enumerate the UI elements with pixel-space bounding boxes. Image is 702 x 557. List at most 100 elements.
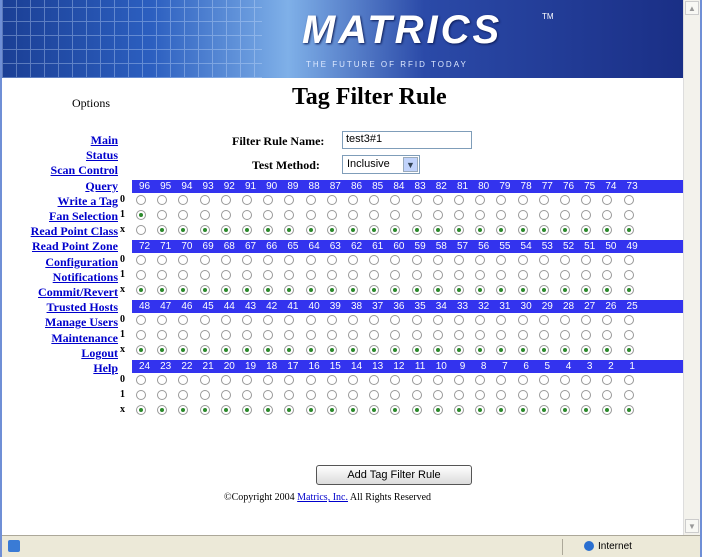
bit-radio[interactable] — [538, 375, 549, 385]
bit-radio[interactable] — [454, 390, 464, 400]
bit-radio[interactable] — [305, 225, 316, 235]
bit-radio[interactable] — [220, 195, 231, 205]
bit-radio[interactable] — [411, 210, 422, 220]
bit-radio[interactable] — [432, 390, 443, 400]
bit-radio[interactable] — [220, 255, 231, 265]
filter-rule-name-input[interactable]: test3#1 — [342, 131, 472, 149]
bit-radio[interactable] — [475, 225, 486, 235]
bit-radio[interactable] — [157, 330, 168, 340]
bit-radio[interactable] — [390, 375, 401, 385]
bit-radio[interactable] — [390, 390, 401, 400]
bit-radio[interactable] — [220, 390, 231, 400]
sidebar-item-fan-selection[interactable]: Fan Selection — [2, 209, 118, 224]
bit-radio[interactable] — [242, 255, 252, 265]
bit-radio[interactable] — [496, 210, 507, 220]
bit-radio[interactable] — [369, 195, 380, 205]
bit-radio[interactable] — [390, 405, 401, 415]
bit-radio[interactable] — [369, 210, 380, 220]
bit-radio[interactable] — [242, 405, 252, 415]
bit-radio[interactable] — [220, 345, 231, 355]
sidebar-item-read-point-zone[interactable]: Read Point Zone — [2, 239, 118, 254]
bit-radio[interactable] — [560, 345, 570, 355]
bit-radio[interactable] — [623, 405, 634, 415]
bit-radio[interactable] — [602, 405, 613, 415]
bit-radio[interactable] — [538, 255, 549, 265]
bit-radio[interactable] — [284, 270, 295, 280]
sidebar-item-commit-revert[interactable]: Commit/Revert — [2, 285, 118, 300]
bit-radio[interactable] — [475, 330, 486, 340]
bit-radio[interactable] — [242, 390, 252, 400]
bit-radio[interactable] — [157, 345, 168, 355]
bit-radio[interactable] — [199, 345, 210, 355]
bit-radio[interactable] — [475, 405, 486, 415]
sidebar-item-write-a-tag[interactable]: Write a Tag — [2, 194, 118, 209]
bit-radio[interactable] — [623, 330, 634, 340]
bit-radio[interactable] — [475, 315, 486, 325]
bit-radio[interactable] — [432, 315, 443, 325]
bit-radio[interactable] — [178, 315, 189, 325]
bit-radio[interactable] — [348, 405, 358, 415]
bit-radio[interactable] — [560, 390, 570, 400]
bit-radio[interactable] — [517, 405, 528, 415]
bit-radio[interactable] — [369, 390, 380, 400]
bit-radio[interactable] — [326, 330, 337, 340]
bit-radio[interactable] — [178, 330, 189, 340]
bit-radio[interactable] — [411, 390, 422, 400]
bit-radio[interactable] — [623, 315, 634, 325]
bit-radio[interactable] — [136, 270, 146, 280]
bit-radio[interactable] — [178, 210, 189, 220]
bit-radio[interactable] — [220, 315, 231, 325]
bit-radio[interactable] — [305, 315, 316, 325]
bit-radio[interactable] — [263, 210, 274, 220]
bit-radio[interactable] — [581, 195, 592, 205]
bit-radio[interactable] — [284, 345, 295, 355]
bit-radio[interactable] — [602, 330, 613, 340]
bit-radio[interactable] — [411, 255, 422, 265]
bit-radio[interactable] — [411, 345, 422, 355]
bit-radio[interactable] — [454, 210, 464, 220]
bit-radio[interactable] — [581, 405, 592, 415]
bit-radio[interactable] — [348, 270, 358, 280]
bit-radio[interactable] — [581, 345, 592, 355]
bit-radio[interactable] — [623, 195, 634, 205]
sidebar-item-help[interactable]: Help — [2, 361, 118, 376]
sidebar-item-main[interactable]: Main — [2, 133, 118, 148]
bit-radio[interactable] — [305, 405, 316, 415]
bit-radio[interactable] — [560, 255, 570, 265]
bit-radio[interactable] — [136, 225, 146, 235]
bit-radio[interactable] — [538, 405, 549, 415]
bit-radio[interactable] — [581, 285, 592, 295]
bit-radio[interactable] — [136, 195, 146, 205]
bit-radio[interactable] — [602, 255, 613, 265]
bit-radio[interactable] — [199, 270, 210, 280]
bit-radio[interactable] — [432, 225, 443, 235]
bit-radio[interactable] — [496, 390, 507, 400]
bit-radio[interactable] — [517, 195, 528, 205]
bit-radio[interactable] — [242, 315, 252, 325]
bit-radio[interactable] — [242, 375, 252, 385]
bit-radio[interactable] — [263, 285, 274, 295]
bit-radio[interactable] — [432, 270, 443, 280]
bit-radio[interactable] — [284, 375, 295, 385]
vertical-scrollbar[interactable]: ▲ ▼ — [683, 0, 700, 535]
bit-radio[interactable] — [602, 375, 613, 385]
bit-radio[interactable] — [199, 225, 210, 235]
bit-radio[interactable] — [623, 225, 634, 235]
bit-radio[interactable] — [263, 315, 274, 325]
bit-radio[interactable] — [305, 255, 316, 265]
bit-radio[interactable] — [305, 390, 316, 400]
bit-radio[interactable] — [348, 285, 358, 295]
bit-radio[interactable] — [178, 225, 189, 235]
bit-radio[interactable] — [475, 255, 486, 265]
bit-radio[interactable] — [602, 315, 613, 325]
bit-radio[interactable] — [305, 210, 316, 220]
test-method-select[interactable]: Inclusive ▼ — [342, 155, 420, 174]
bit-radio[interactable] — [432, 255, 443, 265]
bit-radio[interactable] — [496, 270, 507, 280]
bit-radio[interactable] — [178, 345, 189, 355]
bit-radio[interactable] — [199, 285, 210, 295]
matrics-inc-link[interactable]: Matrics, Inc. — [297, 492, 348, 503]
bit-radio[interactable] — [305, 270, 316, 280]
bit-radio[interactable] — [496, 375, 507, 385]
bit-radio[interactable] — [305, 345, 316, 355]
